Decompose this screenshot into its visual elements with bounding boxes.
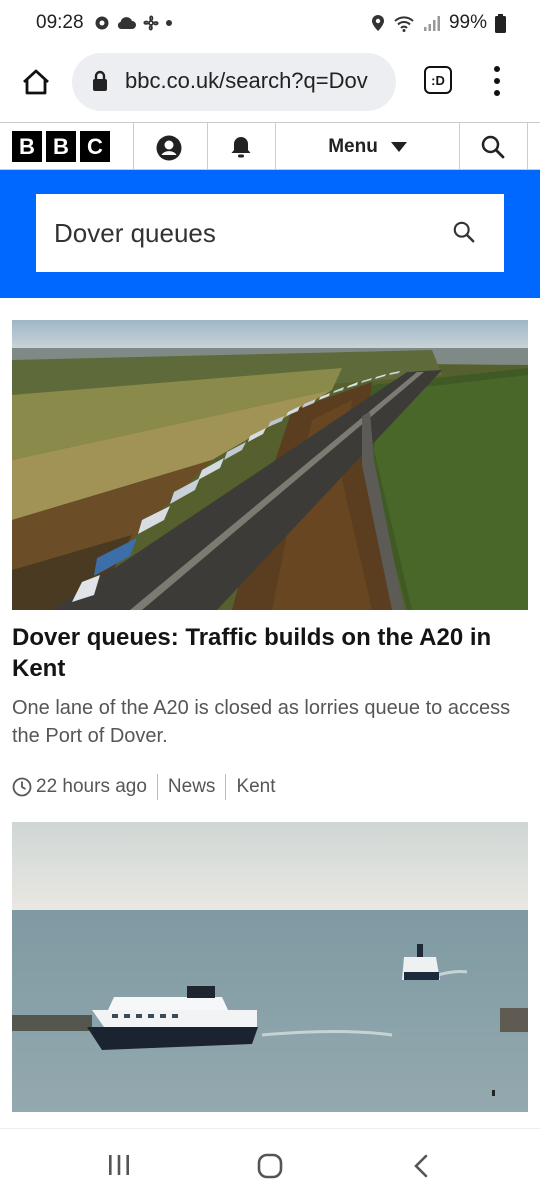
search-result[interactable]: Dover queues: Traffic builds on the A20 … xyxy=(12,320,528,800)
lock-icon xyxy=(93,70,107,91)
home-icon xyxy=(23,69,49,95)
result-section: News xyxy=(167,776,216,797)
battery-icon xyxy=(495,13,506,33)
home-circle-icon xyxy=(257,1153,283,1179)
more-dot-icon xyxy=(494,66,500,72)
notification-dot-icon xyxy=(166,20,172,26)
ferries-photo xyxy=(12,822,528,1112)
menu-button[interactable]: Menu xyxy=(276,123,460,170)
search-icon xyxy=(481,135,505,159)
nav-divider xyxy=(207,123,208,170)
bbc-logo[interactable]: B B C xyxy=(12,131,110,162)
nav-divider xyxy=(133,123,134,170)
browser-toolbar: bbc.co.uk/search?q=Dov :D xyxy=(0,48,540,120)
result-title[interactable]: Dover queues: Traffic builds on the A20 … xyxy=(12,622,528,684)
nav-divider xyxy=(459,123,460,170)
account-icon xyxy=(156,135,182,161)
url-text: bbc.co.uk/search?q=Dov xyxy=(125,68,368,93)
meta-divider xyxy=(225,774,227,800)
search-result[interactable] xyxy=(12,822,528,1112)
notifications-button[interactable] xyxy=(228,134,254,165)
more-dot-icon xyxy=(494,78,500,84)
caret-down-icon xyxy=(390,141,407,152)
meta-divider xyxy=(156,774,158,800)
bbc-navigation: B B C Menu xyxy=(0,122,540,170)
result-region: Kent xyxy=(236,776,276,797)
back-chevron-icon xyxy=(414,1154,428,1178)
search-query: Dover queues xyxy=(54,218,216,248)
result-summary: One lane of the A20 is closed as lorries… xyxy=(12,697,511,747)
nav-search-button[interactable] xyxy=(480,134,506,165)
status-bar: 09:28 99% xyxy=(0,0,540,48)
result-image-motorway[interactable] xyxy=(12,320,528,610)
recent-apps-icon xyxy=(109,1155,129,1175)
menu-label: Menu xyxy=(328,135,378,157)
bbc-logo-letter: B xyxy=(46,131,76,162)
home-nav-button[interactable] xyxy=(256,1153,284,1184)
status-time: 09:28 xyxy=(36,12,84,33)
screen-record-icon xyxy=(95,16,109,30)
recent-apps-button[interactable] xyxy=(106,1153,132,1182)
more-dot-icon xyxy=(494,90,500,96)
bell-icon xyxy=(231,137,251,158)
result-meta: 22 hours ago News Kent xyxy=(12,774,528,800)
search-submit-icon[interactable] xyxy=(452,220,476,244)
home-button[interactable] xyxy=(16,62,56,102)
wifi-icon xyxy=(394,16,414,32)
aerial-motorway-photo xyxy=(12,320,528,610)
fan-icon xyxy=(143,15,159,31)
search-band: Dover queues xyxy=(0,170,540,298)
back-button[interactable] xyxy=(410,1153,432,1184)
result-image-ferries[interactable] xyxy=(12,822,528,1112)
address-bar[interactable]: bbc.co.uk/search?q=Dov xyxy=(72,53,396,111)
system-navigation-bar xyxy=(0,1128,540,1200)
search-input[interactable]: Dover queues xyxy=(36,194,504,272)
cloud-icon xyxy=(117,17,136,29)
more-options-button[interactable] xyxy=(486,66,508,96)
tab-switcher-button[interactable]: :D xyxy=(424,66,452,94)
location-icon xyxy=(371,15,384,31)
clock-icon xyxy=(12,777,32,797)
nav-divider xyxy=(527,123,528,170)
signal-icon xyxy=(423,16,440,31)
battery-percent: 99% xyxy=(448,12,487,33)
account-button[interactable] xyxy=(154,135,184,166)
bbc-logo-letter: B xyxy=(12,131,42,162)
bbc-logo-letter: C xyxy=(80,131,110,162)
result-timestamp: 22 hours ago xyxy=(36,776,147,797)
